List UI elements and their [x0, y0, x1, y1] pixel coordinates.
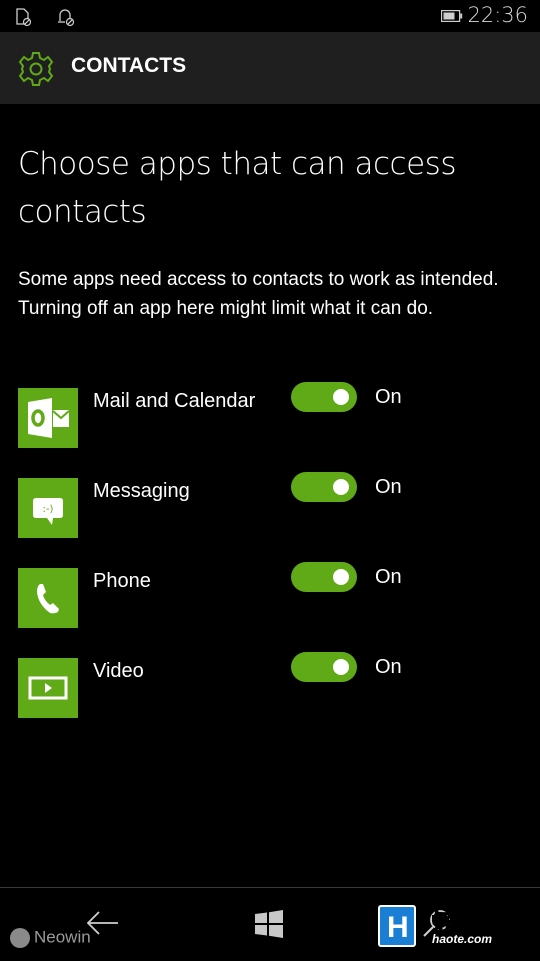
toggle-knob: [333, 569, 349, 585]
page-title: CONTACTS: [71, 54, 187, 77]
toggle-state-label: On: [375, 566, 402, 588]
phone-icon: [37, 584, 59, 614]
phone-toggle[interactable]: [291, 562, 357, 592]
outlook-mail-icon: [28, 398, 70, 438]
app-name: Mail and Calendar: [93, 390, 256, 412]
status-bar: 22:36: [0, 0, 540, 32]
app-tile: :-): [18, 478, 78, 538]
toggle-state-label: On: [375, 476, 402, 498]
haote-domain-text: haote.com: [432, 932, 493, 946]
video-icon: [28, 676, 68, 700]
windows-start-icon[interactable]: [254, 909, 284, 939]
toggle-knob: [333, 479, 349, 495]
app-row-messaging: :-) Messaging On: [0, 472, 540, 548]
messaging-icon: :-): [33, 498, 63, 525]
haote-logo-icon: H: [378, 905, 416, 947]
notification-blocked-icon: [58, 9, 75, 27]
section-description: Some apps need access to contacts to wor…: [18, 269, 499, 319]
neowin-logo-icon: [10, 927, 30, 948]
app-name: Phone: [93, 570, 151, 592]
app-tile: [18, 388, 78, 448]
toggle-knob: [333, 659, 349, 675]
toggle-state-label: On: [375, 386, 402, 408]
haote-letter: H: [387, 911, 409, 944]
app-name: Messaging: [93, 480, 190, 502]
app-row-phone: Phone On: [0, 562, 540, 638]
toggle-knob: [333, 389, 349, 405]
video-toggle[interactable]: [291, 652, 357, 682]
neowin-text: Neowin: [34, 927, 91, 947]
toggle-state-label: On: [375, 656, 402, 678]
settings-header: CONTACTS: [0, 32, 540, 104]
app-row-mail-and-calendar: Mail and Calendar On: [0, 382, 540, 458]
mail-and-calendar-toggle[interactable]: [291, 382, 357, 412]
haote-watermark: H 好特网 haote.com: [378, 905, 518, 951]
gear-icon: [18, 52, 54, 86]
app-name: Video: [93, 660, 144, 682]
sim-blocked-icon: [16, 8, 32, 27]
clock: 22:36: [467, 3, 528, 27]
battery-icon: [441, 10, 463, 22]
neowin-watermark: Neowin: [10, 927, 91, 951]
svg-text::-): :-): [43, 504, 54, 515]
app-tile: [18, 568, 78, 628]
app-tile: [18, 658, 78, 718]
messaging-toggle[interactable]: [291, 472, 357, 502]
section-heading: Choose apps that can access contacts: [18, 146, 456, 230]
app-row-video: Video On: [0, 652, 540, 728]
